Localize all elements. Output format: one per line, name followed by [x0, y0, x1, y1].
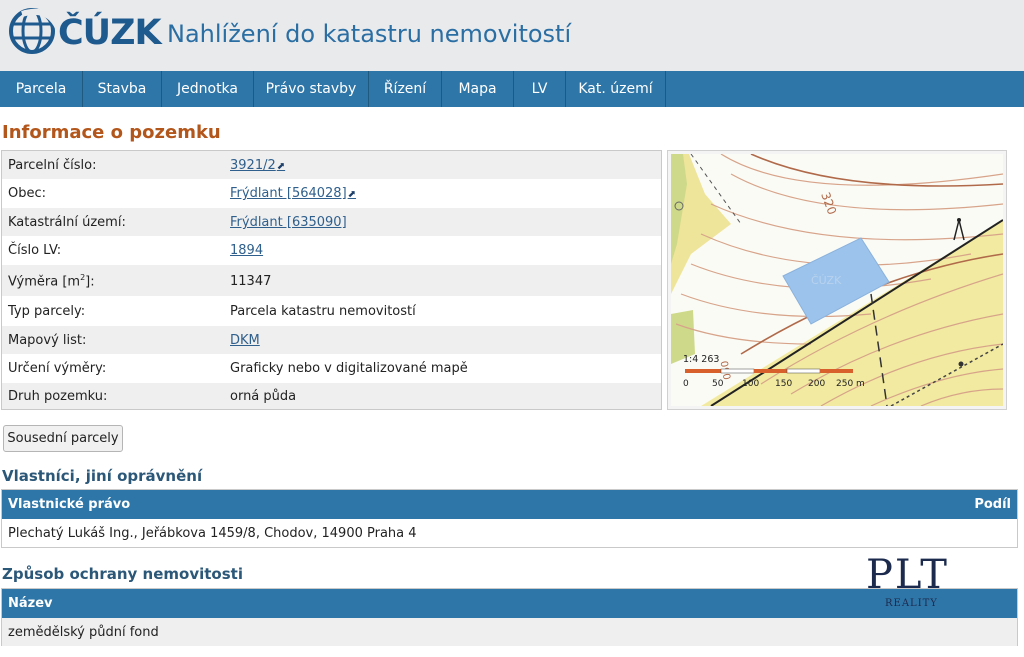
row-label: Určení výměry:	[8, 361, 107, 376]
nav-item-pravo-stavby[interactable]: Právo stavby	[254, 71, 369, 107]
row-label: Číslo LV:	[8, 243, 62, 258]
scale-label: 150	[775, 379, 792, 389]
watermark-sub: REALITY	[885, 598, 938, 609]
col-header-share: Podíl	[974, 497, 1011, 512]
map-scale-ratio: 1:4 263	[683, 354, 719, 365]
info-row-parcel-number: Parcelní číslo: 3921/2⬈	[2, 151, 661, 179]
lv-link[interactable]: 1894	[230, 243, 263, 258]
info-row-typ: Typ parcely: Parcela katastru nemovitost…	[2, 296, 661, 326]
protection-name: zemědělský půdní fond	[8, 625, 159, 640]
owners-table: Vlastnické právo Podíl Plechatý Lukáš In…	[1, 489, 1018, 548]
table-row: Plechatý Lukáš Ing., Jeřábkova 1459/8, C…	[2, 519, 1017, 547]
row-label: Parcelní číslo:	[8, 158, 97, 173]
row-value: 11347	[230, 274, 272, 289]
label-after: ]:	[85, 274, 95, 290]
section-title: Informace o pozemku	[2, 122, 221, 143]
protection-heading: Způsob ochrany nemovitosti	[2, 565, 243, 583]
row-label: Výměra [m2]:	[8, 273, 95, 289]
scale-label: 200	[808, 379, 825, 389]
owner-name: Plechatý Lukáš Ing., Jeřábkova 1459/8, C…	[8, 526, 417, 541]
row-label: Typ parcely:	[8, 304, 86, 319]
nav-item-kat-uzemi[interactable]: Kat. území	[566, 71, 666, 107]
protection-table-header: Název	[2, 589, 1017, 618]
info-row-mapovy-list: Mapový list: DKM	[2, 326, 661, 354]
parcel-info-table: Parcelní číslo: 3921/2⬈ Obec: Frýdlant […	[1, 150, 662, 410]
scale-label: 250 m	[836, 379, 865, 389]
row-value: Frýdlant [564028]	[230, 186, 347, 201]
map-canvas: ČÚZK 320 050 1:4 263 0 50 100 150 200	[671, 154, 1003, 406]
scale-label: 100	[742, 379, 759, 389]
parcel-map[interactable]: ČÚZK 320 050 1:4 263 0 50 100 150 200	[667, 150, 1007, 410]
map-watermark: ČÚZK	[811, 274, 842, 287]
owners-table-header: Vlastnické právo Podíl	[2, 490, 1017, 519]
row-value: Graficky nebo v digitalizované mapě	[230, 361, 468, 376]
col-header-right: Vlastnické právo	[8, 497, 131, 512]
parcel-number-link[interactable]: 3921/2⬈	[230, 158, 285, 173]
cuzk-logo[interactable]: ČÚZK	[8, 6, 162, 58]
info-row-druh: Druh pozemku: orná půda	[2, 383, 661, 409]
nav-item-rizeni[interactable]: Řízení	[369, 71, 442, 107]
nav-item-stavba[interactable]: Stavba	[83, 71, 162, 107]
mapovy-list-link[interactable]: DKM	[230, 333, 260, 348]
info-row-kat-uzemi: Katastrální území: Frýdlant [635090]	[2, 208, 661, 236]
kat-uzemi-link[interactable]: Frýdlant [635090]	[230, 215, 347, 230]
info-row-obec: Obec: Frýdlant [564028]⬈	[2, 179, 661, 208]
info-row-vymera: Výměra [m2]: 11347	[2, 265, 661, 296]
neighbor-parcels-button[interactable]: Sousední parcely	[3, 425, 123, 452]
map-scale-bar	[685, 368, 853, 374]
info-row-lv: Číslo LV: 1894	[2, 236, 661, 265]
table-row: zemědělský půdní fond	[2, 618, 1017, 646]
info-row-urceni: Určení výměry: Graficky nebo v digitaliz…	[2, 354, 661, 383]
globe-icon	[9, 8, 61, 54]
plt-reality-watermark: PLT REALITY	[866, 553, 962, 615]
label-text: Výměra [m	[8, 274, 81, 290]
col-header-name: Název	[8, 596, 53, 611]
nav-item-mapa[interactable]: Mapa	[442, 71, 514, 107]
row-label: Druh pozemku:	[8, 389, 108, 404]
scale-label: 50	[712, 379, 724, 389]
obec-link[interactable]: Frýdlant [564028]⬈	[230, 186, 356, 201]
logo-text: ČÚZK	[58, 13, 162, 53]
row-label: Obec:	[8, 186, 47, 201]
row-value: 3921/2	[230, 158, 276, 173]
app-header: ČÚZK Nahlížení do katastru nemovitostí	[0, 0, 1024, 71]
row-value: Parcela katastru nemovitostí	[230, 304, 416, 319]
scale-label: 0	[683, 379, 689, 389]
page-title: Nahlížení do katastru nemovitostí	[167, 20, 572, 48]
nav-item-jednotka[interactable]: Jednotka	[162, 71, 254, 107]
watermark-brand: PLT	[866, 552, 949, 598]
external-link-icon[interactable]: ⬈	[277, 161, 285, 172]
main-nav: Parcela Stavba Jednotka Právo stavby Říz…	[0, 71, 1024, 107]
row-label: Mapový list:	[8, 333, 87, 348]
owners-heading: Vlastníci, jiní oprávnění	[2, 467, 203, 485]
row-label: Katastrální území:	[8, 215, 126, 230]
nav-item-parcela[interactable]: Parcela	[0, 71, 83, 107]
nav-item-lv[interactable]: LV	[514, 71, 566, 107]
row-value: orná půda	[230, 389, 297, 404]
external-link-icon[interactable]: ⬈	[348, 189, 356, 200]
